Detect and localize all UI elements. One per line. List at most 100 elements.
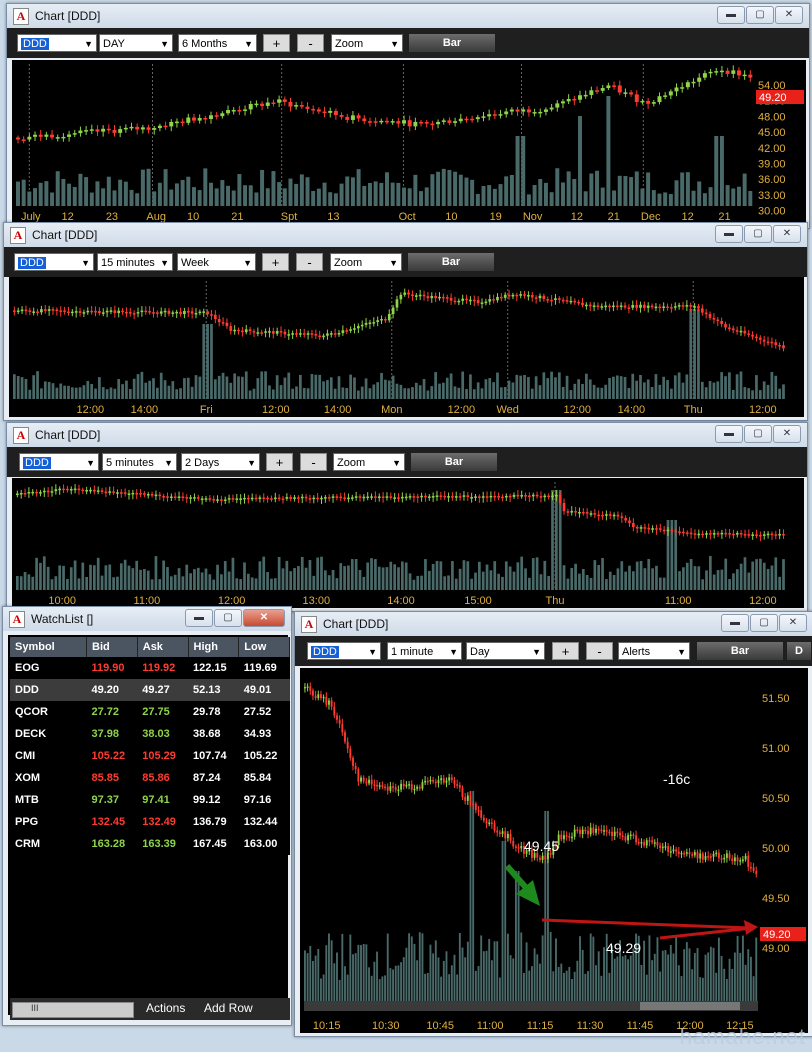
column-header-low[interactable]: Low — [238, 637, 290, 657]
volume-bar — [135, 193, 140, 206]
column-header-bid[interactable]: Bid — [86, 637, 138, 657]
volume-bar — [77, 578, 81, 590]
candle — [343, 497, 346, 499]
zoom-out-button[interactable]: - — [296, 253, 323, 271]
symbol-select[interactable]: DDD ▼ — [14, 253, 94, 271]
range-select[interactable]: Day ▼ — [466, 642, 545, 660]
close-icon[interactable]: ✕ — [773, 225, 801, 243]
zoom-select[interactable]: Zoom ▼ — [331, 34, 403, 52]
zoom-select[interactable]: Zoom ▼ — [330, 253, 402, 271]
candle — [704, 856, 707, 860]
bar-type-button[interactable]: Bar — [411, 453, 497, 471]
table-row[interactable]: PPG 132.45 132.49 136.79 132.44 — [10, 811, 290, 833]
horizontal-scrollbar[interactable]: III — [12, 1002, 134, 1018]
bar-type-button[interactable]: Bar — [697, 642, 783, 660]
candle — [389, 786, 392, 791]
table-row[interactable]: EOG 119.90 119.92 122.15 119.69 — [10, 657, 290, 679]
volume-bar — [62, 565, 65, 590]
title-bar[interactable]: A Chart [DDD] ▬ ▢ ✕ — [295, 612, 812, 636]
candle — [774, 342, 778, 346]
zoom-out-button[interactable]: - — [300, 453, 327, 471]
table-row[interactable]: CRM 163.28 163.39 167.45 163.00 — [10, 833, 290, 855]
interval-select[interactable]: DAY ▼ — [99, 34, 173, 52]
table-row[interactable]: XOM 85.85 85.86 87.24 85.84 — [10, 767, 290, 789]
title-bar[interactable]: A Chart [DDD] ▬ ▢ ✕ — [4, 223, 807, 247]
zoom-in-button[interactable]: + — [262, 253, 289, 271]
close-icon[interactable]: ✕ — [779, 614, 807, 632]
symbol-select[interactable]: DDD ▼ — [19, 453, 99, 471]
minimize-icon[interactable]: ▬ — [721, 614, 749, 632]
minimize-icon[interactable]: ▬ — [715, 225, 743, 243]
range-select[interactable]: 6 Months ▼ — [178, 34, 257, 52]
candle — [401, 496, 404, 499]
maximize-icon[interactable]: ▢ — [746, 6, 774, 24]
volume-bar — [24, 378, 28, 399]
interval-select[interactable]: 1 minute ▼ — [387, 642, 462, 660]
candle — [171, 312, 175, 314]
candle — [356, 115, 361, 119]
volume-bar — [525, 942, 528, 1001]
close-icon[interactable]: ✕ — [243, 609, 285, 627]
bar-type-button[interactable]: Bar — [408, 253, 494, 271]
title-bar[interactable]: A Chart [DDD] ▬ ▢ ✕ — [7, 423, 807, 447]
candle — [466, 495, 470, 498]
table-row[interactable]: QCOR 27.72 27.75 29.78 27.52 — [10, 701, 290, 723]
price-chart-daily[interactable]: July 12 23 Aug 10 21 Spt 13 Oct 10 19 Nov 12 21 Dec 12 2… — [12, 60, 806, 224]
minimize-icon[interactable]: ▬ — [715, 425, 743, 443]
volume-bar — [498, 977, 501, 1001]
volume-bar — [680, 976, 683, 1001]
close-icon[interactable]: ✕ — [775, 6, 803, 24]
minimize-icon[interactable]: ▬ — [185, 609, 213, 627]
table-row[interactable]: DDD 49.20 49.27 52.13 49.01 — [10, 679, 290, 701]
table-row[interactable]: DECK 37.98 38.03 38.68 34.93 — [10, 723, 290, 745]
volume-bar — [685, 374, 689, 399]
maximize-icon[interactable]: ▢ — [750, 614, 778, 632]
table-row[interactable]: CMI 105.22 105.29 107.74 105.22 — [10, 745, 290, 767]
actions-button[interactable]: Actions — [146, 1001, 185, 1015]
price-chart-5min[interactable]: 10:00 11:00 12:00 13:00 14:00 15:00 Thu 11:00 12… — [12, 478, 804, 608]
minimize-icon[interactable]: ▬ — [717, 6, 745, 24]
x-axis-tick-label: 11:00 — [477, 1020, 504, 1032]
close-icon[interactable]: ✕ — [773, 425, 801, 443]
candle — [481, 116, 486, 118]
candle — [21, 139, 26, 141]
extra-button[interactable]: D — [787, 642, 811, 660]
symbol-select[interactable]: DDD ▼ — [307, 642, 381, 660]
symbol-select[interactable]: DDD ▼ — [17, 34, 97, 52]
title-bar[interactable]: A WatchList [] ▬ ▢ ✕ — [3, 607, 291, 631]
table-row[interactable]: MTB 97.37 97.41 99.12 97.16 — [10, 789, 290, 811]
zoom-out-button[interactable]: - — [297, 34, 324, 52]
zoom-in-button[interactable]: + — [552, 642, 579, 660]
maximize-icon[interactable]: ▢ — [214, 609, 242, 627]
price-chart-1min[interactable]: 10:15 10:30 10:45 11:00 11:15 11:30 11:45 12:00… — [300, 668, 808, 1033]
add-row-button[interactable]: Add Row — [204, 1001, 253, 1015]
volume-bar — [519, 375, 523, 399]
volume-bar — [330, 940, 333, 1001]
interval-select[interactable]: 15 minutes ▼ — [97, 253, 173, 271]
candle — [755, 534, 758, 536]
candle — [440, 778, 443, 781]
alerts-select[interactable]: Alerts ▼ — [618, 642, 690, 660]
maximize-icon[interactable]: ▢ — [744, 425, 772, 443]
column-header-high[interactable]: High — [188, 637, 240, 657]
volume-bar — [485, 950, 488, 1001]
zoom-in-button[interactable]: + — [263, 34, 290, 52]
bar-type-button[interactable]: Bar — [409, 34, 495, 52]
maximize-icon[interactable]: ▢ — [744, 225, 772, 243]
column-header-ask[interactable]: Ask — [137, 637, 189, 657]
title-bar[interactable]: A Chart [DDD] ▬ ▢ ✕ — [7, 4, 809, 28]
price-chart-15min[interactable]: 12:00 14:00 Fri 12:00 14:00 Mon 12:00 Wed 12:00 1… — [9, 277, 804, 417]
zoom-out-button[interactable]: - — [586, 642, 613, 660]
zoom-select[interactable]: Zoom ▼ — [333, 453, 405, 471]
range-select[interactable]: Week ▼ — [177, 253, 256, 271]
high-cell: 52.13 — [188, 679, 239, 701]
range-select[interactable]: 2 Days ▼ — [181, 453, 260, 471]
column-header-symbol[interactable]: Symbol — [10, 637, 87, 657]
interval-select[interactable]: 5 minutes ▼ — [102, 453, 177, 471]
candle — [413, 121, 418, 127]
zoom-in-button[interactable]: + — [266, 453, 293, 471]
volume-bar — [100, 575, 104, 590]
volume-bar — [506, 933, 509, 1001]
x-axis-tick-label: 14:00 — [131, 404, 159, 416]
volume-bar — [489, 570, 493, 590]
